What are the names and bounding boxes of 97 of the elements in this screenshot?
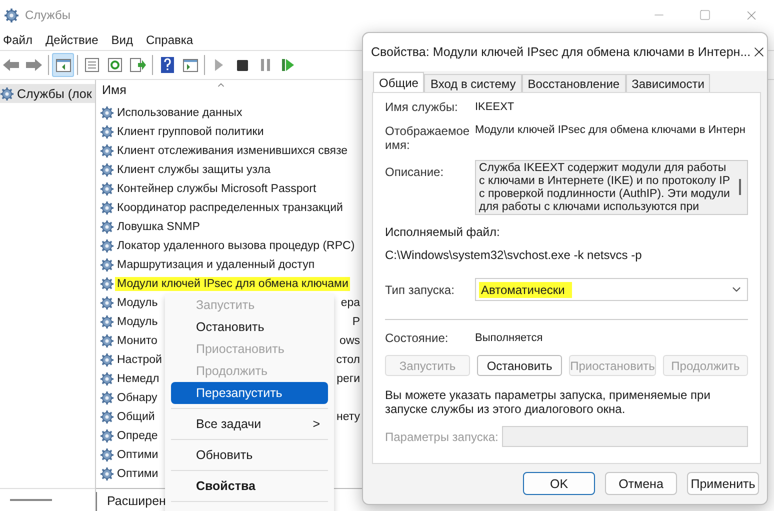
tree-item[interactable]: Службы (лок — [0, 84, 95, 103]
menu-item[interactable]: Справка — [143, 33, 200, 47]
service-name-fragment: реги — [336, 372, 361, 384]
refresh-icon[interactable] — [108, 58, 122, 72]
service-name[interactable]: Оптими — [115, 466, 160, 480]
field-value: IKEEXT — [475, 101, 516, 113]
service-name[interactable]: Настрой — [115, 352, 164, 366]
service-name[interactable]: Клиент отслеживания изменившихся связе — [115, 144, 350, 158]
startup-type-dropdown[interactable]: Автоматически — [475, 278, 748, 301]
gear-icon — [100, 390, 114, 404]
service-name[interactable]: Модули ключей IPsec для обмена ключами — [115, 276, 350, 290]
gear-icon — [100, 238, 114, 252]
service-name[interactable]: Локатор удаленного вызова процедур (RPC) — [115, 238, 357, 252]
service-name[interactable]: Ловушка SNMP — [115, 220, 202, 234]
service-name[interactable]: Клиент групповой политики — [115, 124, 266, 138]
gear-icon — [4, 8, 19, 22]
service-name-fragment: нету — [336, 410, 361, 422]
service-name[interactable]: Модуль — [115, 296, 160, 310]
service-name[interactable]: Оптими — [115, 448, 160, 462]
dialog-button[interactable]: Применить — [687, 472, 759, 495]
field-label: Тип запуска: — [385, 282, 456, 296]
dialog-button[interactable]: Отмена — [605, 472, 677, 495]
maximize-icon[interactable] — [699, 9, 711, 21]
service-button[interactable]: Остановить — [477, 355, 562, 376]
back-arrow-icon[interactable] — [3, 59, 19, 71]
tab[interactable]: Зависимости — [626, 74, 710, 92]
gear-icon — [100, 182, 114, 196]
description-box[interactable]: Служба IKEEXT содержит модули для работы с ключами в Интернете (IKE) и по протоколу IP с проверкой подлинности (AuthIP). Эти модули для работы с ключами используются при — [475, 160, 748, 215]
status-value: Выполняется — [475, 332, 544, 344]
field-label: Параметры запуска: — [385, 430, 498, 444]
dialog-title: Свойства: Модули ключей IPsec для обмена ключами в Интерн... — [371, 45, 751, 59]
export-icon[interactable] — [130, 58, 146, 72]
gear-icon — [100, 334, 114, 348]
gear-icon — [100, 258, 114, 272]
gear-icon — [100, 200, 114, 214]
action-pane-icon[interactable] — [182, 58, 198, 72]
forward-arrow-icon[interactable] — [26, 59, 42, 71]
column-header[interactable]: Имя — [102, 83, 126, 97]
field-value: Модули ключей IPsec для обмена ключами в Интерн — [475, 124, 746, 136]
menu-item[interactable]: Остановить — [171, 316, 328, 338]
play-icon[interactable] — [215, 59, 223, 71]
menu-item[interactable]: Свойства — [171, 475, 328, 497]
properties-icon[interactable] — [85, 58, 99, 72]
gear-icon — [100, 352, 114, 366]
service-name-fragment: P — [352, 316, 361, 328]
gear-icon — [100, 124, 114, 138]
dialog-button[interactable]: OK — [523, 472, 595, 495]
pause-icon[interactable] — [260, 59, 270, 71]
service-name-fragment: ows — [340, 334, 361, 346]
gear-icon — [100, 410, 114, 424]
hint-text: Вы можете указать параметры запуска, применяемые при запуске службы из этого диалогового окна. — [385, 388, 712, 416]
service-name[interactable]: Модуль — [115, 314, 160, 328]
file-path: C:\Windows\system32\svchost.exe -k netsvcs -p — [385, 248, 643, 262]
gear-icon — [100, 448, 114, 462]
gear-icon — [0, 86, 14, 100]
gear-icon — [100, 106, 114, 120]
field-label: Имя службы: — [385, 100, 459, 114]
gear-icon — [100, 314, 114, 328]
field-label: Отображаемое имя: — [385, 124, 471, 152]
tab[interactable]: Вход в систему — [424, 74, 522, 92]
service-name[interactable]: Координатор распределенных транзакций — [115, 200, 345, 214]
field-label: Состояние: — [385, 331, 450, 345]
menu-item[interactable]: Вид — [108, 33, 139, 47]
service-name-fragment: ера — [340, 296, 361, 308]
service-name[interactable]: Маршрутизация и удаленный доступ — [115, 258, 317, 272]
window-title: Службы — [25, 8, 70, 22]
gear-icon — [100, 144, 114, 158]
stop-icon[interactable] — [236, 60, 248, 70]
field-label: Описание: — [385, 165, 445, 179]
gear-icon — [100, 162, 114, 176]
menu-item[interactable]: Обновить — [171, 444, 328, 466]
service-name[interactable]: Контейнер службы Microsoft Passport — [115, 182, 318, 196]
gear-icon — [100, 276, 114, 290]
tree-panel-icon[interactable] — [56, 58, 70, 72]
gear-icon — [100, 372, 114, 386]
gear-icon — [100, 296, 114, 310]
tab[interactable]: Восстановление — [522, 74, 626, 92]
service-name[interactable]: Использование данных — [115, 106, 244, 120]
service-name[interactable]: Общий — [115, 410, 157, 424]
service-name[interactable]: Обнару — [115, 390, 160, 404]
service-name[interactable]: Монито — [115, 334, 160, 348]
menu-item[interactable]: Действие — [42, 33, 104, 47]
menu-item[interactable]: Перезапустить — [171, 382, 328, 404]
menu-item[interactable]: Файл — [0, 33, 39, 47]
service-name[interactable]: Опреде — [115, 428, 160, 442]
field-label: Исполняемый файл: — [385, 225, 501, 239]
gear-icon — [100, 466, 114, 480]
service-name[interactable]: Немедл — [115, 372, 162, 386]
service-name[interactable]: Клиент службы защиты узла — [115, 162, 273, 176]
tab[interactable]: Общие — [373, 72, 424, 92]
restart-icon[interactable] — [282, 59, 294, 71]
gear-icon — [100, 220, 114, 234]
service-name-fragment: стол — [336, 354, 361, 366]
menu-item[interactable]: Все задачи > — [171, 413, 328, 435]
scrollbar-thumb[interactable] — [10, 499, 52, 501]
gear-icon — [100, 428, 114, 442]
help-icon[interactable] — [160, 57, 174, 73]
